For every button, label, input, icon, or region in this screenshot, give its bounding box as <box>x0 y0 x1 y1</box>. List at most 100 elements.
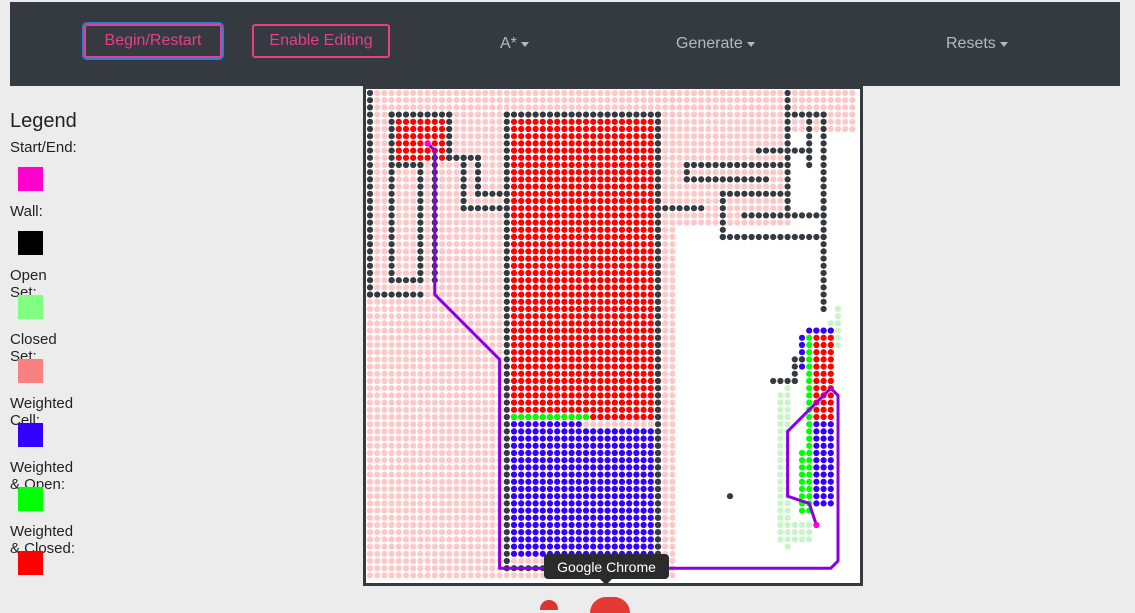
grid-cell[interactable] <box>539 269 546 277</box>
grid-cell[interactable] <box>510 543 518 550</box>
grid-cell[interactable] <box>618 449 626 457</box>
grid-cell[interactable] <box>482 133 489 140</box>
grid-cell[interactable] <box>654 97 662 104</box>
grid-cell[interactable] <box>618 385 626 392</box>
grid-cell[interactable] <box>482 262 489 269</box>
grid-cell[interactable] <box>806 457 813 464</box>
grid-cell[interactable] <box>698 219 705 226</box>
grid-cell[interactable] <box>381 370 388 377</box>
grid-cell[interactable] <box>690 133 698 140</box>
grid-cell[interactable] <box>582 464 590 471</box>
grid-cell[interactable] <box>791 521 798 529</box>
grid-cell[interactable] <box>561 392 568 399</box>
grid-cell[interactable] <box>518 550 525 557</box>
grid-cell[interactable] <box>654 356 662 363</box>
grid-cell[interactable] <box>460 557 467 565</box>
grid-cell[interactable] <box>474 248 482 255</box>
grid-cell[interactable] <box>402 399 410 406</box>
grid-cell[interactable] <box>410 305 417 313</box>
grid-cell[interactable] <box>669 176 676 183</box>
grid-cell[interactable] <box>734 97 741 104</box>
grid-cell[interactable] <box>546 514 554 521</box>
grid-cell[interactable] <box>410 320 417 327</box>
grid-cell[interactable] <box>762 197 770 205</box>
grid-cell[interactable] <box>662 457 669 464</box>
grid-cell[interactable] <box>539 356 546 363</box>
grid-cell[interactable] <box>568 97 575 104</box>
grid-cell[interactable] <box>554 133 561 140</box>
grid-cell[interactable] <box>532 183 539 190</box>
grid-cell[interactable] <box>561 111 568 118</box>
grid-cell[interactable] <box>374 183 381 190</box>
grid-cell[interactable] <box>734 125 741 133</box>
grid-cell[interactable] <box>546 277 554 284</box>
grid-cell[interactable] <box>582 471 590 478</box>
grid-cell[interactable] <box>474 471 482 478</box>
grid-cell[interactable] <box>669 421 676 428</box>
grid-cell[interactable] <box>626 370 633 377</box>
grid-cell[interactable] <box>395 377 402 385</box>
grid-cell[interactable] <box>561 435 568 442</box>
grid-cell[interactable] <box>784 514 791 521</box>
grid-cell[interactable] <box>417 370 424 377</box>
grid-cell[interactable] <box>618 277 626 284</box>
grid-cell[interactable] <box>510 313 518 320</box>
grid-cell[interactable] <box>482 485 489 493</box>
grid-cell[interactable] <box>474 313 482 320</box>
grid-cell[interactable] <box>503 147 510 154</box>
grid-cell[interactable] <box>374 435 381 442</box>
grid-cell[interactable] <box>446 485 453 493</box>
grid-cell[interactable] <box>597 255 604 262</box>
grid-cell[interactable] <box>611 89 618 97</box>
grid-cell[interactable] <box>611 471 618 478</box>
grid-cell[interactable] <box>482 176 489 183</box>
grid-cell[interactable] <box>467 385 474 392</box>
grid-cell[interactable] <box>503 125 510 133</box>
grid-cell[interactable] <box>669 428 676 435</box>
grid-cell[interactable] <box>597 205 604 212</box>
grid-cell[interactable] <box>402 370 410 377</box>
grid-cell[interactable] <box>402 478 410 485</box>
grid-cell[interactable] <box>741 140 748 147</box>
grid-cell[interactable] <box>683 183 690 190</box>
grid-cell[interactable] <box>748 97 755 104</box>
grid-cell[interactable] <box>503 277 510 284</box>
grid-cell[interactable] <box>410 226 417 233</box>
grid-cell[interactable] <box>539 478 546 485</box>
grid-cell[interactable] <box>381 183 388 190</box>
grid-cell[interactable] <box>654 269 662 277</box>
grid-cell[interactable] <box>604 262 611 269</box>
grid-cell[interactable] <box>402 392 410 399</box>
grid-cell[interactable] <box>395 327 402 334</box>
grid-cell[interactable] <box>388 413 395 421</box>
grid-cell[interactable] <box>777 104 784 111</box>
grid-cell[interactable] <box>582 133 590 140</box>
grid-cell[interactable] <box>395 413 402 421</box>
grid-cell[interactable] <box>546 140 554 147</box>
grid-cell[interactable] <box>734 89 741 97</box>
grid-cell[interactable] <box>554 97 561 104</box>
grid-cell[interactable] <box>510 262 518 269</box>
grid-cell[interactable] <box>561 349 568 356</box>
grid-cell[interactable] <box>503 370 510 377</box>
grid-cell[interactable] <box>474 262 482 269</box>
grid-cell[interactable] <box>525 413 532 421</box>
grid-cell[interactable] <box>633 269 640 277</box>
grid-cell[interactable] <box>705 169 712 176</box>
grid-cell[interactable] <box>662 399 669 406</box>
grid-cell[interactable] <box>374 550 381 557</box>
grid-cell[interactable] <box>626 442 633 449</box>
grid-cell[interactable] <box>518 377 525 385</box>
grid-cell[interactable] <box>482 111 489 118</box>
grid-cell[interactable] <box>438 557 446 565</box>
grid-cell[interactable] <box>662 428 669 435</box>
grid-cell[interactable] <box>582 291 590 298</box>
grid-cell[interactable] <box>705 197 712 205</box>
grid-cell[interactable] <box>690 97 698 104</box>
grid-cell[interactable] <box>669 248 676 255</box>
grid-cell[interactable] <box>770 104 777 111</box>
grid-cell[interactable] <box>618 421 626 428</box>
grid-cell[interactable] <box>482 514 489 521</box>
grid-cell[interactable] <box>410 183 417 190</box>
grid-cell[interactable] <box>539 413 546 421</box>
